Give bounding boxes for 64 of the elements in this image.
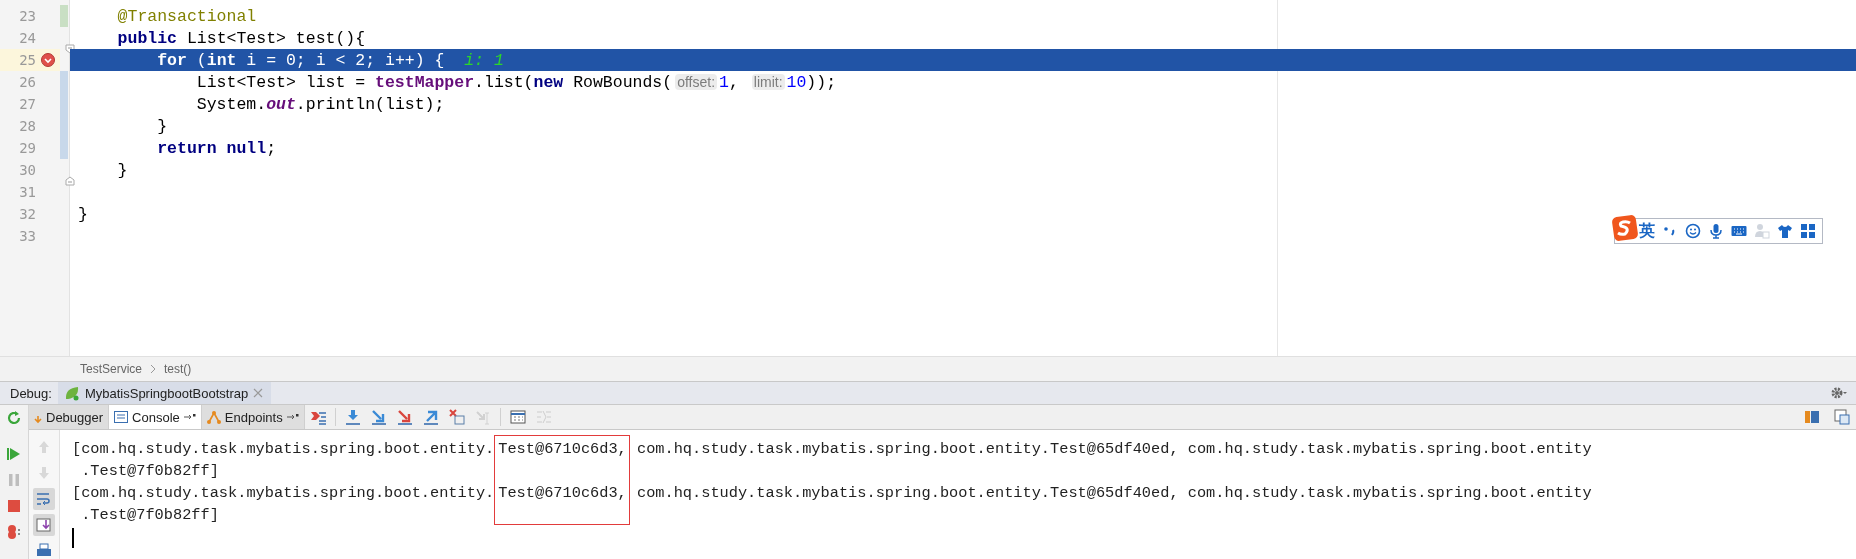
code-text: System.out.println(list); — [195, 94, 445, 114]
code-text: } — [156, 116, 168, 136]
breadcrumb-item[interactable]: test() — [164, 362, 192, 376]
restore-icon[interactable] — [1834, 409, 1850, 425]
down-arrow-icon[interactable] — [344, 409, 361, 425]
calculator-icon[interactable] — [509, 409, 526, 425]
microphone-icon[interactable] — [1708, 223, 1724, 239]
console-line: [com.hq.study.task.mybatis.spring.boot.entity. Test@6710c6d3, com.hq.study.task.mybatis.spring.boot.entity.Test@65df40ed, com.hq.study.task.mybatis.spring.boot.entity — [72, 483, 1593, 504]
printer-icon[interactable] — [36, 543, 52, 559]
code-text: } — [116, 160, 128, 180]
diagonal-arrow-icon[interactable] — [396, 409, 413, 425]
line-number: 31 — [18, 183, 36, 202]
line-number: 28 — [18, 117, 36, 136]
stop-icon[interactable] — [6, 498, 22, 514]
console-line: .Test@7f0b82ff] — [80, 505, 220, 526]
play-icon[interactable] — [6, 446, 22, 462]
line-number: 27 — [18, 95, 36, 114]
code-text: 1, — [719, 72, 740, 92]
code-text: } — [78, 204, 88, 224]
diagonal-arrow-icon[interactable] — [370, 409, 387, 425]
code-text: return null; — [156, 138, 277, 158]
graph-icon — [206, 410, 221, 424]
grid-icon[interactable] — [1800, 223, 1816, 239]
settings-icon[interactable] — [1830, 386, 1848, 400]
layout-icon[interactable] — [1804, 409, 1820, 425]
line-number: 29 — [18, 139, 36, 158]
code-text: public List<Test> test(){ — [116, 28, 366, 48]
shirt-icon[interactable] — [1777, 223, 1793, 239]
line-number: 23 — [18, 7, 36, 26]
line-number: 30 — [18, 161, 36, 180]
breadcrumb-item[interactable]: TestService — [80, 362, 143, 376]
parameter-hint: limit: — [751, 74, 785, 90]
leaf-icon — [63, 385, 80, 401]
language-toggle[interactable]: 英 — [1639, 220, 1655, 242]
chevron-icon — [150, 364, 157, 374]
diagonal-arrow-icon[interactable] — [422, 409, 439, 425]
line-number: 32 — [18, 205, 36, 224]
console-line: [com.hq.study.task.mybatis.spring.boot.entity. Test@6710c6d3, com.hq.study.task.mybatis.spring.boot.entity.Test@65df40ed, com.hq.study.task.mybatis.spring.boot.entity — [72, 439, 1593, 460]
line-number: 26 — [18, 73, 36, 92]
circular-arrow-icon[interactable] — [6, 410, 22, 426]
tool-tab[interactable]: Debugger — [29, 405, 110, 429]
smiley-icon[interactable] — [1685, 223, 1701, 239]
close-icon[interactable] — [253, 388, 264, 398]
arrow-lines-icon[interactable] — [309, 409, 326, 425]
line-number: 24 — [18, 29, 36, 48]
parameter-hint: offset: — [675, 74, 718, 90]
session-tab[interactable]: MybatisSpringbootBootstrap — [57, 382, 272, 404]
console-line: .Test@7f0b82ff] — [80, 461, 220, 482]
fold-icon[interactable] — [65, 44, 75, 54]
keyboard-icon[interactable] — [1731, 223, 1747, 239]
tool-tab[interactable]: Console — [109, 405, 202, 429]
inline-value: i: 1 — [464, 50, 504, 70]
tool-tab[interactable]: Endpoints — [201, 405, 305, 429]
debug-label: Debug: — [9, 385, 53, 401]
dots-icon[interactable] — [6, 524, 22, 540]
line-number: 25 — [18, 51, 36, 70]
code-text: @Transactional — [116, 6, 257, 26]
code-text: for (int i = 0; i < 2; i++) { — [156, 50, 446, 70]
logo-icon — [1611, 214, 1639, 242]
line-number: 33 — [18, 227, 36, 246]
console-icon — [114, 410, 129, 424]
code-text: 10)); — [786, 72, 837, 92]
cross-frame-icon[interactable] — [448, 409, 465, 425]
code-text: List<Test> list = testMapper.list(new RowBounds( — [195, 72, 673, 92]
